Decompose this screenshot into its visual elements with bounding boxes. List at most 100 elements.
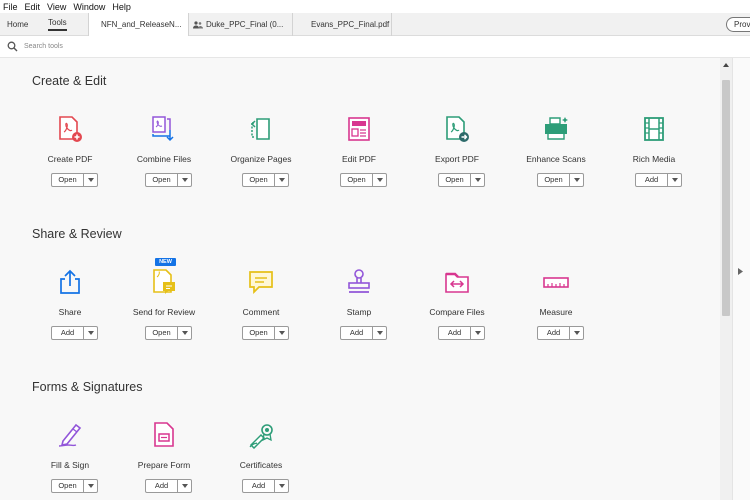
split-button-main[interactable]: Open [439,174,471,186]
tool-label: Share [58,307,82,317]
tab-doc-evans[interactable]: Evans_PPC_Final.pdf [292,13,392,36]
stamp-add-button[interactable]: Add [340,326,387,340]
tab-doc-duke[interactable]: Duke_PPC_Final (0... [188,13,292,36]
tab-home[interactable]: Home [7,13,28,36]
combine-files-icon [152,116,174,142]
split-button-main[interactable]: Add [439,327,471,339]
search-input[interactable]: Search tools [24,43,63,50]
split-button-main[interactable]: Open [243,327,275,339]
tool-label: Measure [539,307,573,317]
expand-right-pane-icon[interactable] [738,268,743,275]
prepare-form-icon [154,422,174,447]
split-button-main[interactable]: Add [52,327,84,339]
chevron-down-icon[interactable] [178,480,191,492]
fill-sign-open-button[interactable]: Open [51,479,98,493]
compare-files-add-button[interactable]: Add [438,326,485,340]
menu-help[interactable]: Help [109,2,135,12]
tool-label: Export PDF [435,154,479,164]
menu-file[interactable]: File [0,2,22,12]
certificates-add-button[interactable]: Add [242,479,289,493]
enhance-scans-open-button[interactable]: Open [537,173,584,187]
chevron-down-icon[interactable] [275,327,288,339]
split-button-main[interactable]: Open [538,174,570,186]
tool-label: Fill & Sign [50,460,90,470]
chevron-down-icon[interactable] [178,327,191,339]
split-button-main[interactable]: Add [538,327,570,339]
rich-media-add-button[interactable]: Add [635,173,682,187]
split-button-main[interactable]: Add [146,480,178,492]
tools-panel: Create & Edit Create PDF Open Combine Fi… [0,58,720,500]
chevron-down-icon[interactable] [84,480,97,492]
split-button-main[interactable]: Add [341,327,373,339]
chevron-down-icon[interactable] [471,174,484,186]
compare-files-icon [445,272,469,293]
tool-label: Compare Files [429,307,485,317]
chevron-down-icon[interactable] [178,174,191,186]
chevron-down-icon[interactable] [373,174,386,186]
split-button-main[interactable]: Open [341,174,373,186]
shared-users-icon [193,20,203,28]
tab-bar: Home Tools NFN_and_ReleaseN... Duke_PPC_… [0,13,750,36]
export-pdf-icon [446,116,469,142]
tool-label: Comment [242,307,280,317]
pen-sign-icon [58,423,82,447]
combine-files-open-button[interactable]: Open [145,173,192,187]
tab-doc-nfn[interactable]: NFN_and_ReleaseN... [88,13,188,36]
chevron-down-icon[interactable] [373,327,386,339]
menu-window[interactable]: Window [70,2,109,12]
export-pdf-open-button[interactable]: Open [438,173,485,187]
send-for-review-open-button[interactable]: Open [145,326,192,340]
split-button-main[interactable]: Open [243,174,275,186]
chevron-down-icon[interactable] [84,327,97,339]
tool-label: Enhance Scans [526,154,586,164]
chevron-down-icon[interactable] [471,327,484,339]
tool-label: Edit PDF [341,154,376,164]
scroll-up-arrow-icon[interactable] [720,58,732,72]
search-icon [7,41,18,52]
section-share-review: Share & Review [32,227,122,241]
tab-tools[interactable]: Tools [48,13,67,36]
split-button-main[interactable]: Open [52,174,84,186]
split-button-main[interactable]: Open [146,174,178,186]
edit-pdf-open-button[interactable]: Open [340,173,387,187]
rich-media-icon [644,117,664,141]
menu-edit[interactable]: Edit [22,2,45,12]
chevron-down-icon[interactable] [275,174,288,186]
section-forms-signatures: Forms & Signatures [32,380,143,394]
menu-bar: File Edit View Window Help [0,0,750,13]
chevron-down-icon[interactable] [570,327,583,339]
chevron-down-icon[interactable] [84,174,97,186]
enhance-scans-icon [545,117,568,140]
tool-label: Organize Pages [230,154,292,164]
share-add-button[interactable]: Add [51,326,98,340]
share-icon [60,269,80,294]
measure-add-button[interactable]: Add [537,326,584,340]
vertical-scrollbar[interactable] [720,58,732,500]
comment-open-button[interactable]: Open [242,326,289,340]
search-bar[interactable]: Search tools [0,36,750,58]
chevron-down-icon[interactable] [570,174,583,186]
organize-pages-open-button[interactable]: Open [242,173,289,187]
tool-label: Combine Files [136,154,192,164]
create-pdf-open-button[interactable]: Open [51,173,98,187]
edit-pdf-icon [348,117,370,141]
split-button-main[interactable]: Add [243,480,275,492]
ruler-icon [543,277,569,288]
tool-label: Certificates [239,460,283,470]
stamp-icon [348,269,370,293]
split-button-main[interactable]: Add [636,174,668,186]
chevron-down-icon[interactable] [668,174,681,186]
split-button-main[interactable]: Open [146,327,178,339]
split-button-main[interactable]: Open [52,480,84,492]
scrollbar-thumb[interactable] [722,80,730,316]
comment-icon [249,271,273,295]
section-create-edit: Create & Edit [32,74,107,88]
prepare-form-add-button[interactable]: Add [145,479,192,493]
certificate-pen-icon [249,424,273,449]
provide-button[interactable]: Provi [726,17,750,32]
chevron-down-icon[interactable] [275,480,288,492]
menu-view[interactable]: View [44,2,70,12]
tool-label: Rich Media [632,154,676,164]
right-pane-toggle[interactable] [732,58,750,500]
tool-label: Send for Review [132,307,196,317]
